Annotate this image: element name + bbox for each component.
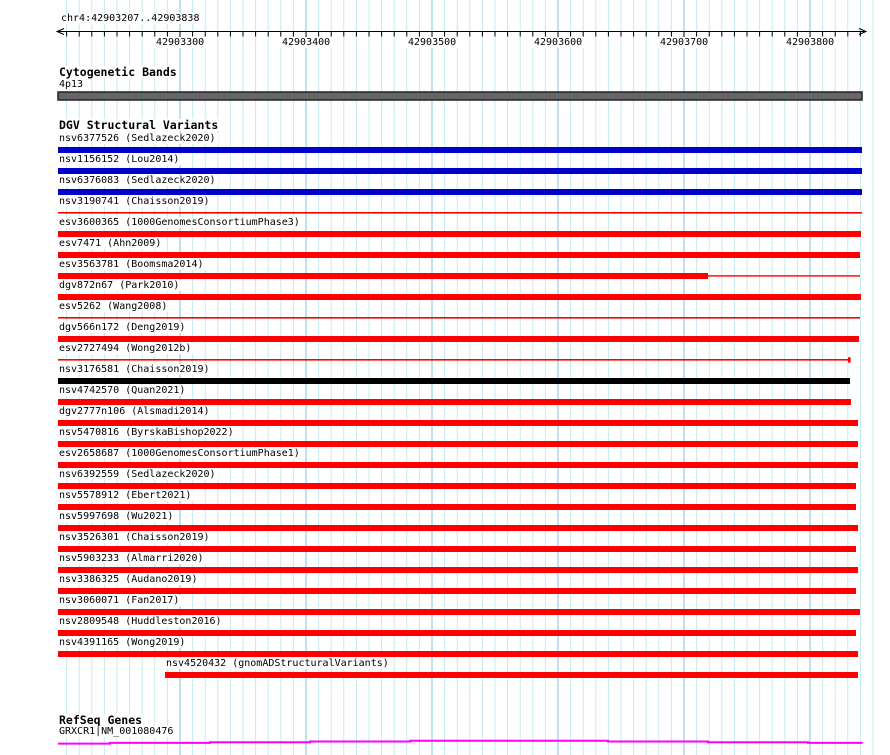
variant-bar[interactable]: [58, 630, 856, 636]
variant-bar[interactable]: [58, 252, 860, 258]
variant-row: [58, 462, 858, 468]
variant-bar[interactable]: [58, 378, 850, 384]
variant-row: [58, 588, 856, 594]
variant-bar[interactable]: [58, 294, 861, 300]
variant-label[interactable]: esv2727494 (Wong2012b): [58, 343, 194, 354]
variant-row: [58, 483, 856, 489]
variant-bar[interactable]: [58, 609, 860, 615]
variant-row: [58, 147, 862, 153]
variant-row: [58, 567, 858, 573]
variant-label[interactable]: nsv6377526 (Sedlazeck2020): [58, 133, 218, 144]
variant-label[interactable]: nsv3526301 (Chaisson2019): [58, 532, 212, 543]
variant-label[interactable]: nsv3190741 (Chaisson2019): [58, 196, 212, 207]
section-header-dgv-structural-variants: DGV Structural Variants: [58, 118, 221, 132]
variant-row: [58, 357, 851, 363]
variant-row: [58, 231, 861, 237]
variant-label[interactable]: nsv5997698 (Wu2021): [58, 511, 176, 522]
variant-bar[interactable]: [58, 420, 858, 426]
region-title: chr4:42903207..42903838: [60, 13, 202, 24]
ruler-tick-label: 42903600: [531, 37, 586, 48]
gene-label[interactable]: GRXCR1|NM_001080476: [58, 726, 176, 737]
variant-label[interactable]: nsv3176581 (Chaisson2019): [58, 364, 212, 375]
variant-bar[interactable]: [58, 212, 862, 214]
variant-row: [58, 212, 862, 214]
variant-bar[interactable]: [58, 567, 858, 573]
variant-bar[interactable]: [58, 546, 856, 552]
variant-bar[interactable]: [58, 359, 849, 361]
cytoband-label: 4p13: [58, 79, 86, 90]
ruler-tick-label: 42903500: [405, 37, 460, 48]
variant-row: [58, 609, 860, 615]
variant-label[interactable]: nsv4391165 (Wong2019): [58, 637, 188, 648]
variant-row: [58, 420, 858, 426]
variant-bar[interactable]: [58, 525, 858, 531]
gene-model-line[interactable]: [58, 739, 863, 745]
ruler-tick-label: 42903700: [657, 37, 712, 48]
variant-row: [58, 168, 862, 174]
variant-end-tick: [848, 357, 851, 363]
variant-label[interactable]: nsv5470816 (ByrskaBishop2022): [58, 427, 236, 438]
variant-label[interactable]: nsv2809548 (Huddleston2016): [58, 616, 224, 627]
variant-label[interactable]: esv2658687 (1000GenomesConsortiumPhase1): [58, 448, 302, 459]
variant-label[interactable]: nsv6376083 (Sedlazeck2020): [58, 175, 218, 186]
variant-label[interactable]: nsv3386325 (Audano2019): [58, 574, 200, 585]
variant-row: [58, 378, 850, 384]
variant-row: [58, 252, 860, 258]
variant-row: [58, 294, 861, 300]
grid-lines: [66, 0, 874, 755]
variant-bar[interactable]: [58, 399, 851, 405]
variant-row: [165, 672, 858, 678]
variant-bar[interactable]: [58, 317, 860, 319]
variant-label[interactable]: nsv1156152 (Lou2014): [58, 154, 182, 165]
variant-bar[interactable]: [58, 273, 708, 279]
variant-row: [58, 273, 860, 279]
variant-label[interactable]: nsv5578912 (Ebert2021): [58, 490, 194, 501]
variant-bar[interactable]: [58, 441, 858, 447]
variant-row: [58, 441, 858, 447]
genome-browser-panel: 42903300 42903400 42903500 42903600 42903700…: [0, 0, 890, 755]
variant-label[interactable]: esv7471 (Ahn2009): [58, 238, 164, 249]
variant-bar[interactable]: [58, 147, 862, 153]
variant-row: [58, 651, 858, 657]
variant-label[interactable]: esv3600365 (1000GenomesConsortiumPhase3): [58, 217, 302, 228]
variant-label[interactable]: esv5262 (Wang2008): [58, 301, 170, 312]
variant-bar[interactable]: [58, 588, 856, 594]
variant-row: [58, 504, 856, 510]
variant-label[interactable]: dgv566n172 (Deng2019): [58, 322, 188, 333]
ruler-tick-label: 42903800: [783, 37, 838, 48]
variant-label[interactable]: nsv3060071 (Fan2017): [58, 595, 182, 606]
variant-bar[interactable]: [58, 651, 858, 657]
variant-bar[interactable]: [58, 336, 859, 342]
variant-row: [58, 546, 856, 552]
variant-bar[interactable]: [58, 483, 856, 489]
variant-row: [58, 399, 851, 405]
variant-bar[interactable]: [58, 462, 858, 468]
variant-bar[interactable]: [58, 231, 861, 237]
ruler-tick-label: 42903300: [153, 37, 208, 48]
variant-label[interactable]: dgv2777n106 (Alsmadi2014): [58, 406, 212, 417]
variant-row: [58, 630, 856, 636]
cytoband-feature[interactable]: [57, 91, 863, 101]
variant-label[interactable]: esv3563781 (Boomsma2014): [58, 259, 206, 270]
section-header-cytogenetic-bands: Cytogenetic Bands: [58, 65, 179, 79]
variant-line-extension: [708, 275, 860, 277]
variant-label[interactable]: dgv872n67 (Park2010): [58, 280, 182, 291]
variant-label[interactable]: nsv6392559 (Sedlazeck2020): [58, 469, 218, 480]
variant-row: [58, 336, 859, 342]
variant-bar[interactable]: [58, 168, 862, 174]
variant-label[interactable]: nsv4520432 (gnomADStructuralVariants): [165, 658, 391, 669]
section-header-refseq-genes: RefSeq Genes: [58, 713, 145, 727]
variant-row: [58, 317, 860, 319]
variant-bar[interactable]: [165, 672, 858, 678]
variant-row: [58, 525, 858, 531]
variant-label[interactable]: nsv5903233 (Almarri2020): [58, 553, 206, 564]
variant-label[interactable]: nsv4742570 (Quan2021): [58, 385, 188, 396]
variant-row: [58, 189, 862, 195]
ruler-tick-label: 42903400: [279, 37, 334, 48]
variant-bar[interactable]: [58, 189, 862, 195]
variant-bar[interactable]: [58, 504, 856, 510]
